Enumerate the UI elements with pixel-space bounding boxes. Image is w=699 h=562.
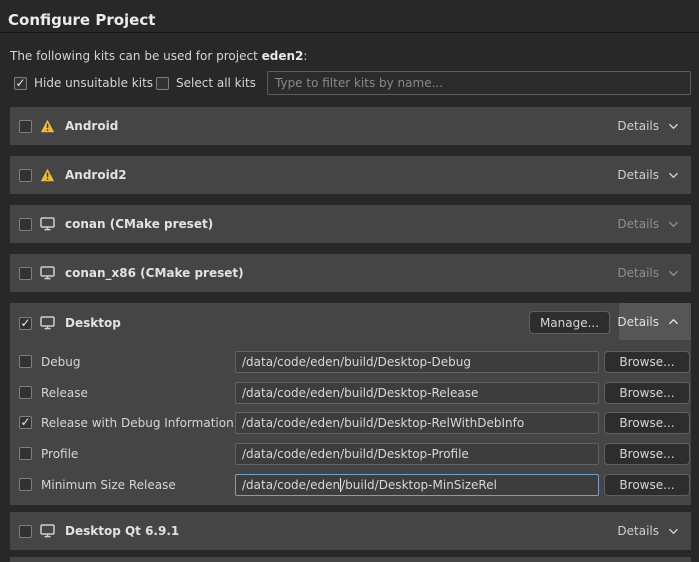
kit-name: conan_x86 (CMake preset) xyxy=(65,266,244,280)
chevron-down-icon xyxy=(668,123,679,130)
kit-name: Desktop Qt 6.9.1 xyxy=(65,524,179,538)
details-label: Details xyxy=(617,119,659,133)
details-button[interactable]: Details xyxy=(617,156,691,194)
details-button[interactable]: Details xyxy=(617,254,691,292)
details-label: Details xyxy=(617,168,659,182)
chevron-up-icon xyxy=(668,318,679,325)
kit-name: Android2 xyxy=(65,168,127,182)
checkbox-icon[interactable] xyxy=(14,77,27,90)
config-label: Release with Debug Information xyxy=(41,416,234,430)
config-checkbox[interactable] xyxy=(19,416,32,429)
details-button[interactable]: Details xyxy=(617,205,691,243)
build-dir-input[interactable] xyxy=(235,412,599,434)
kit-checkbox[interactable] xyxy=(19,120,32,133)
kit-panel-desktop: Desktop Manage... Details Debug Browse..… xyxy=(10,303,691,505)
hide-unsuitable-kits-label: Hide unsuitable kits xyxy=(34,76,153,90)
kit-name: Android xyxy=(65,119,118,133)
kit-checkbox[interactable] xyxy=(19,317,32,330)
page-title: Configure Project xyxy=(8,11,155,29)
checkbox-icon[interactable] xyxy=(156,77,169,90)
chevron-down-icon xyxy=(668,270,679,277)
kit-row-android2: Android2 Details xyxy=(10,156,691,194)
kit-checkbox[interactable] xyxy=(19,267,32,280)
intro-text: The following kits can be used for proje… xyxy=(10,49,307,63)
config-checkbox[interactable] xyxy=(19,355,32,368)
browse-button[interactable]: Browse... xyxy=(604,382,690,404)
build-dir-input[interactable] xyxy=(235,443,599,465)
browse-button[interactable]: Browse... xyxy=(604,412,690,434)
kit-row-android: Android Details xyxy=(10,107,691,145)
chevron-down-icon xyxy=(668,528,679,535)
kit-checkbox[interactable] xyxy=(19,169,32,182)
select-all-kits-label: Select all kits xyxy=(176,76,256,90)
chevron-down-icon xyxy=(668,221,679,228)
details-label: Details xyxy=(617,266,659,280)
details-label: Details xyxy=(617,217,659,231)
config-label: Debug xyxy=(41,355,80,369)
intro-suffix: : xyxy=(303,49,307,63)
warning-icon xyxy=(40,119,55,133)
browse-button[interactable]: Browse... xyxy=(604,474,690,496)
desktop-monitor-icon xyxy=(40,266,55,280)
details-button-expanded[interactable]: Details xyxy=(619,303,691,340)
build-config-row-release: Release Browse... xyxy=(10,382,691,404)
build-config-row-minsizerel: Minimum Size Release /data/code/eden/bui… xyxy=(10,474,691,496)
title-separator xyxy=(0,32,699,33)
build-dir-input[interactable] xyxy=(235,351,599,373)
chevron-down-icon xyxy=(668,172,679,179)
config-label: Release xyxy=(41,386,88,400)
details-button[interactable]: Details xyxy=(617,512,691,550)
configure-project-page: Configure Project The following kits can… xyxy=(0,0,699,562)
build-config-row-profile: Profile Browse... xyxy=(10,443,691,465)
config-checkbox[interactable] xyxy=(19,447,32,460)
kit-row-partial xyxy=(10,557,691,562)
kit-checkbox[interactable] xyxy=(19,525,32,538)
project-name: eden2 xyxy=(262,49,304,63)
details-label: Details xyxy=(617,524,659,538)
kit-name: Desktop xyxy=(65,316,121,330)
browse-button[interactable]: Browse... xyxy=(604,443,690,465)
details-label: Details xyxy=(617,315,659,329)
kit-row-desktop-qt: Desktop Qt 6.9.1 Details xyxy=(10,512,691,550)
kit-name: conan (CMake preset) xyxy=(65,217,213,231)
details-button[interactable]: Details xyxy=(617,107,691,145)
kit-row-conan-x86: conan_x86 (CMake preset) Details xyxy=(10,254,691,292)
kit-filter-input[interactable] xyxy=(267,71,691,95)
build-dir-input[interactable] xyxy=(235,382,599,404)
kit-checkbox[interactable] xyxy=(19,218,32,231)
config-label: Minimum Size Release xyxy=(41,478,176,492)
warning-icon xyxy=(40,168,55,182)
config-checkbox[interactable] xyxy=(19,478,32,491)
desktop-monitor-icon xyxy=(40,524,55,538)
build-dir-input-focused[interactable]: /data/code/eden/build/Desktop-MinSizeRel xyxy=(235,474,599,496)
select-all-kits-checkbox[interactable]: Select all kits xyxy=(156,76,256,90)
intro-prefix: The following kits can be used for proje… xyxy=(10,49,262,63)
build-config-row-debug: Debug Browse... xyxy=(10,351,691,373)
build-config-row-relwithdebinfo: Release with Debug Information Browse... xyxy=(10,412,691,434)
hide-unsuitable-kits-checkbox[interactable]: Hide unsuitable kits xyxy=(14,76,153,90)
browse-button[interactable]: Browse... xyxy=(604,351,690,373)
kit-row-conan: conan (CMake preset) Details xyxy=(10,205,691,243)
desktop-monitor-icon xyxy=(40,316,55,330)
config-checkbox[interactable] xyxy=(19,386,32,399)
config-label: Profile xyxy=(41,447,78,461)
desktop-monitor-icon xyxy=(40,217,55,231)
manage-kits-button[interactable]: Manage... xyxy=(529,311,610,334)
